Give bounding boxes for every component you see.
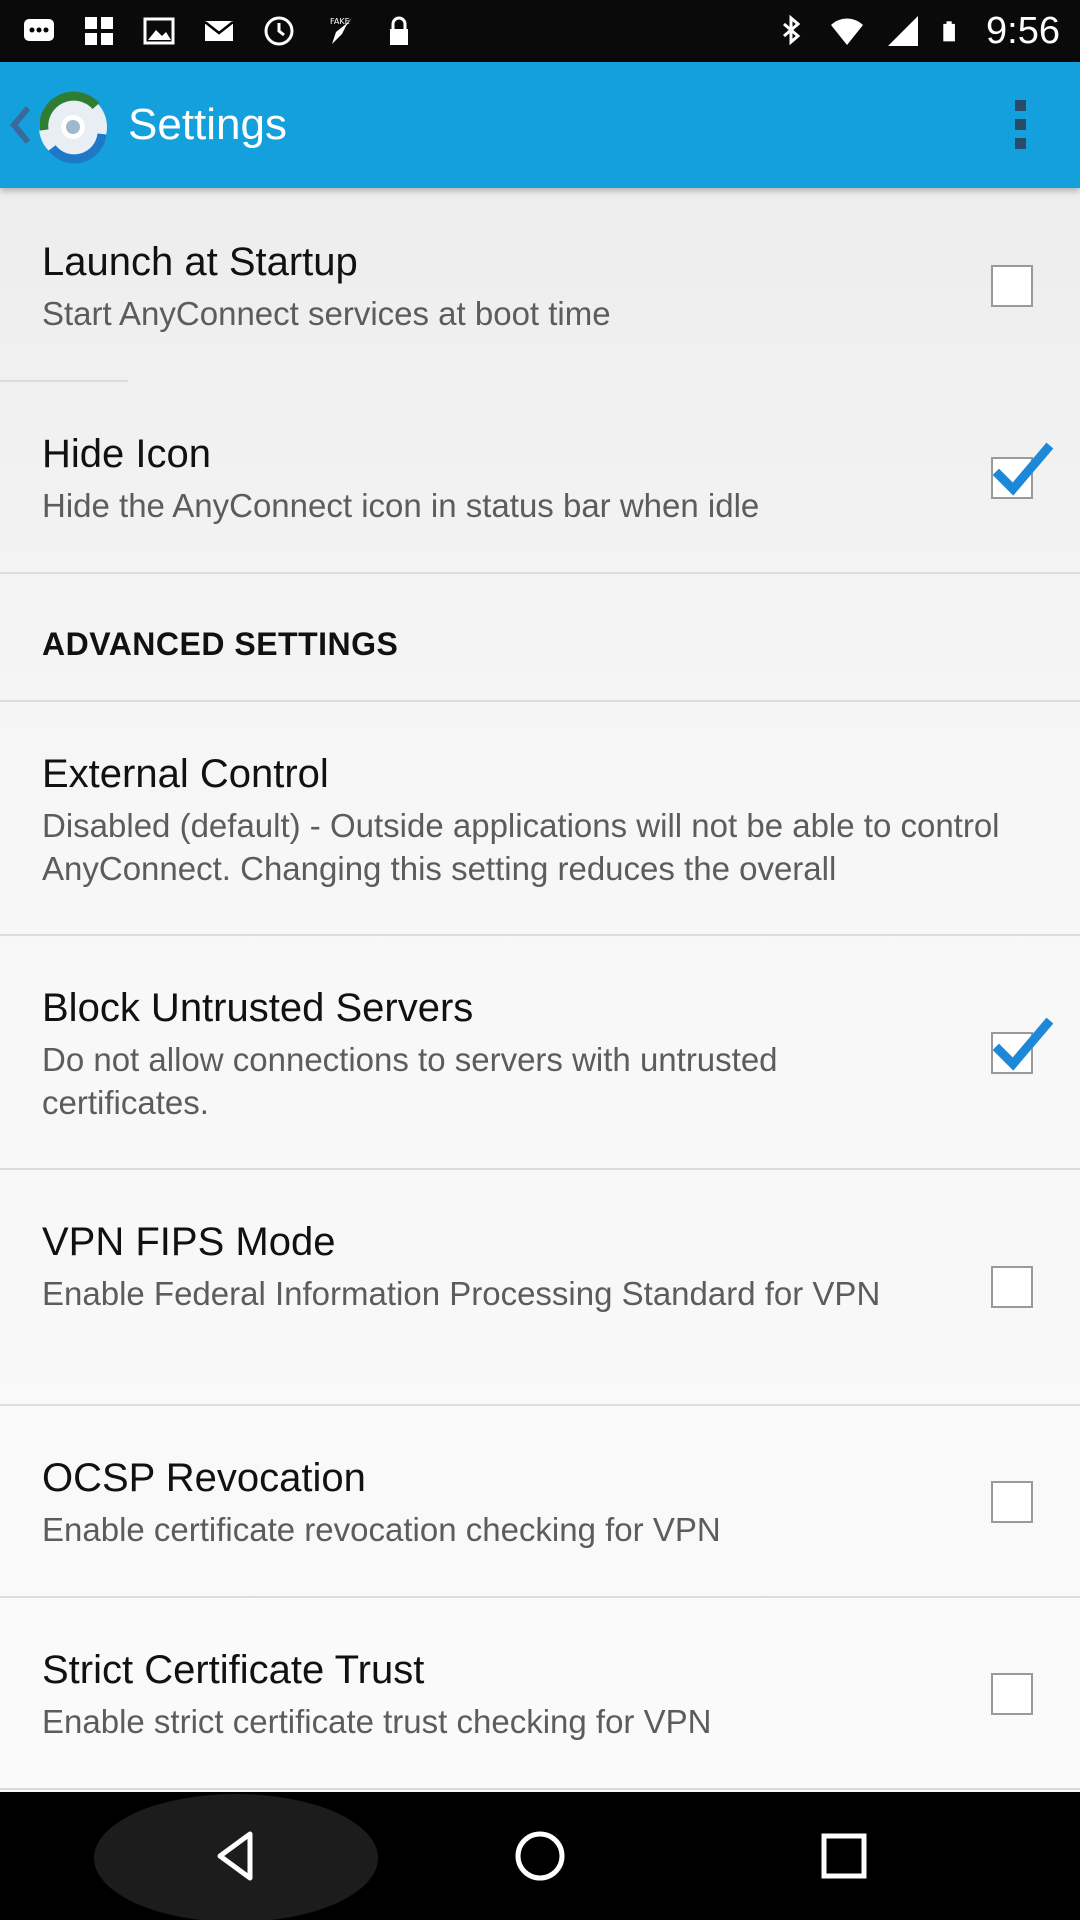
grid-icon [85, 17, 113, 45]
pref-summary: Enable Federal Information Processing St… [42, 1275, 881, 1312]
pref-title: Strict Certificate Trust [42, 1648, 425, 1692]
pref-title: Hide Icon [42, 432, 211, 476]
chevron-left-icon[interactable] [8, 102, 34, 148]
anyconnect-logo-icon[interactable] [36, 90, 110, 164]
mail-icon [204, 21, 234, 41]
pref-launch-at-startup[interactable]: Launch at Startup Start AnyConnect servi… [0, 188, 1080, 381]
fake-gps-icon: FAKE [330, 17, 352, 44]
lock-icon [390, 16, 408, 45]
status-bar-system: 9:56 [774, 8, 1060, 54]
app-bar: Settings [0, 62, 1080, 188]
pref-title: Block Untrusted Servers [42, 986, 474, 1030]
wifi-icon [831, 18, 864, 45]
svg-text:FAKE: FAKE [330, 17, 350, 26]
pref-summary: Start AnyConnect services at boot time [42, 295, 611, 332]
pref-title: External Control [42, 752, 329, 796]
alarm-icon [264, 16, 294, 46]
pref-title: OCSP Revocation [42, 1456, 366, 1500]
back-icon[interactable] [206, 1826, 266, 1886]
pref-external-control[interactable]: External Control Disabled (default) - Ou… [0, 702, 1080, 934]
home-icon[interactable] [510, 1826, 570, 1886]
block-untrusted-servers-checkbox[interactable] [991, 1017, 1053, 1074]
checkmark-icon [992, 1017, 1053, 1071]
pref-title: Launch at Startup [42, 240, 358, 284]
divider [0, 572, 1080, 574]
image-icon [143, 17, 175, 45]
pref-summary: Disabled (default) - Outside application… [42, 807, 1000, 887]
bluetooth-icon [783, 14, 801, 46]
vpn-fips-mode-checkbox[interactable] [991, 1266, 1033, 1308]
ocsp-revocation-checkbox[interactable] [991, 1481, 1033, 1523]
strict-certificate-trust-checkbox[interactable] [991, 1673, 1033, 1715]
pref-summary: Enable strict certificate trust checking… [42, 1703, 712, 1740]
pref-title: VPN FIPS Mode [42, 1220, 336, 1264]
recents-icon[interactable] [814, 1826, 874, 1886]
page-title: Settings [128, 100, 287, 149]
hide-icon-checkbox[interactable] [991, 442, 1053, 499]
signal-icon [888, 16, 919, 46]
status-time: 9:56 [986, 9, 1060, 52]
pref-strict-certificate-trust[interactable]: Strict Certificate Trust Enable strict c… [0, 1598, 1080, 1788]
settings-list: Launch at Startup Start AnyConnect servi… [0, 188, 1080, 1792]
divider [0, 1788, 1080, 1790]
section-header-advanced: ADVANCED SETTINGS [42, 626, 399, 662]
status-bar-notifications: FAKE [22, 10, 416, 52]
navigation-bar [0, 1792, 1080, 1920]
pref-hide-icon[interactable]: Hide Icon Hide the AnyConnect icon in st… [0, 382, 1080, 572]
pref-block-untrusted-servers[interactable]: Block Untrusted Servers Do not allow con… [0, 936, 1080, 1168]
pref-summary: Enable certificate revocation checking f… [42, 1511, 721, 1548]
launch-at-startup-checkbox[interactable] [991, 265, 1033, 307]
message-icon [24, 19, 54, 41]
pref-ocsp-revocation[interactable]: OCSP Revocation Enable certificate revoc… [0, 1406, 1080, 1596]
checkmark-icon [992, 442, 1053, 496]
status-bar: FAKE 9:56 [0, 0, 1080, 62]
battery-icon [943, 21, 955, 42]
pref-summary: Hide the AnyConnect icon in status bar w… [42, 487, 760, 524]
pref-vpn-fips-mode[interactable]: VPN FIPS Mode Enable Federal Information… [0, 1170, 1080, 1404]
pref-summary: Do not allow connections to servers with… [42, 1041, 778, 1121]
overflow-menu-icon[interactable] [990, 94, 1050, 156]
